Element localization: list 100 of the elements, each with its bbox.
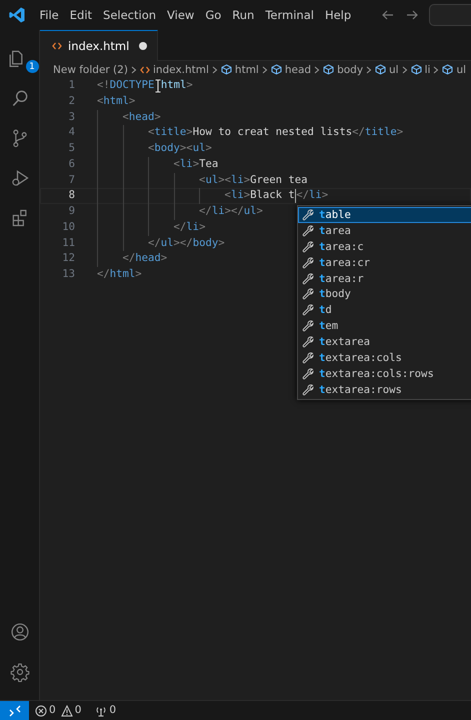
code-token: >	[244, 172, 250, 188]
suggestion-item[interactable]: table	[298, 207, 471, 223]
line-number: 5	[68, 141, 75, 156]
suggestion-item[interactable]: tarea	[298, 222, 471, 239]
code-brackets-icon	[140, 64, 150, 74]
chevron-icon	[366, 66, 372, 74]
code-token: li	[180, 156, 193, 172]
suggestion-item[interactable]: tem	[298, 318, 471, 334]
cube-icon	[442, 64, 454, 75]
code-token: >	[322, 188, 328, 204]
chevron-icon	[433, 66, 440, 74]
code-token: li	[186, 220, 200, 235]
menu-item[interactable]: Run	[226, 4, 260, 26]
code-token: <	[147, 141, 154, 156]
editor-tab[interactable]: index.html	[40, 30, 158, 61]
code-token: li	[230, 172, 244, 188]
code-token: >	[244, 188, 250, 204]
code-token: </	[97, 267, 110, 282]
breadcrumb-item[interactable]: html	[234, 64, 259, 76]
breadcrumb-item[interactable]: New folder (2)	[53, 64, 128, 76]
unsaved-dot-icon	[139, 42, 148, 50]
code-token: Black t	[250, 188, 295, 204]
remote-button[interactable]	[0, 700, 29, 720]
code-token: <!	[97, 78, 110, 93]
cube-icon	[375, 64, 386, 75]
wrench-icon	[302, 384, 314, 396]
line-number: 3	[68, 110, 75, 124]
code-token: >	[199, 220, 206, 235]
code-token: </	[147, 236, 161, 250]
code-token: title	[154, 125, 186, 140]
menu-item[interactable]: File	[34, 4, 64, 26]
suggestion-item[interactable]: tarea:c	[298, 238, 471, 255]
chevron-icon	[402, 66, 408, 74]
wrench-icon	[302, 288, 314, 300]
problems-button[interactable]: 0 0	[35, 704, 82, 716]
code-token: head	[135, 251, 161, 266]
menu-item[interactable]: Go	[200, 4, 227, 26]
code-brackets-icon	[52, 41, 62, 51]
suggestion-item[interactable]: textarea	[298, 334, 471, 350]
code-token: DOCTYPE	[110, 78, 154, 93]
code-token: html	[110, 267, 136, 282]
line-number: 12	[61, 251, 75, 266]
code-token: head	[128, 110, 154, 124]
cube-icon	[220, 64, 232, 75]
app-logo-icon	[8, 6, 26, 24]
wrench-icon	[302, 368, 314, 380]
suggestion-item[interactable]: td	[298, 302, 471, 318]
code-token: </	[172, 220, 186, 235]
breadcrumb-item[interactable]: body	[337, 64, 364, 76]
wrench-icon	[302, 240, 314, 253]
wrench-icon	[302, 352, 314, 364]
chevron-icon	[130, 66, 137, 74]
code-token: >	[186, 125, 193, 140]
line-number: 13	[61, 267, 75, 282]
ports-button[interactable]: 0	[95, 704, 116, 716]
code-token: >	[218, 236, 225, 250]
forward-arrow-icon[interactable]	[405, 8, 419, 22]
suggestion-item[interactable]: textarea:rows	[298, 382, 471, 398]
menu-item[interactable]: Selection	[98, 4, 162, 26]
code-token: ul	[160, 236, 174, 250]
code-token: ul	[244, 204, 256, 219]
suggestion-item[interactable]: tarea:r	[298, 270, 471, 286]
menu-item[interactable]: Help	[319, 4, 357, 26]
menu-item[interactable]: View	[162, 4, 200, 26]
code-token: >	[396, 125, 404, 140]
account-icon[interactable]	[10, 622, 30, 642]
text-cursor	[294, 189, 296, 204]
breadcrumb-item[interactable]: ul	[389, 64, 399, 76]
breadcrumb-item[interactable]: ul	[456, 64, 466, 76]
line-number: 8	[68, 188, 75, 204]
notification-badge: 1	[26, 60, 38, 73]
code-token: Tea	[199, 156, 218, 172]
code-token: ><	[180, 141, 193, 156]
code-token: <	[172, 156, 180, 172]
suggestion-item[interactable]: tarea:cr	[298, 254, 471, 271]
back-arrow-icon[interactable]	[381, 8, 395, 22]
code-token: ></	[174, 236, 193, 250]
code-token: >	[154, 110, 161, 124]
menu-item[interactable]: Terminal	[260, 4, 320, 26]
code-token: li	[212, 204, 225, 219]
error-icon	[35, 704, 47, 716]
wrench-icon	[302, 224, 314, 237]
suggestion-item[interactable]: textarea:cols	[298, 350, 471, 366]
play-bug-icon[interactable]	[10, 168, 30, 188]
menu-item[interactable]: Edit	[64, 4, 98, 26]
suggestion-item[interactable]: textarea:cols:rows	[298, 366, 471, 382]
suggestion-item[interactable]: tbody	[298, 286, 471, 302]
code-token: body	[154, 141, 180, 156]
cube-icon	[270, 64, 282, 75]
breadcrumb-item[interactable]: index.html	[152, 64, 209, 76]
settings-icon[interactable]	[10, 662, 30, 682]
code-token: >	[256, 204, 263, 219]
code-token: body	[192, 236, 218, 250]
code-token: >	[160, 251, 168, 266]
breadcrumb-item[interactable]: li	[424, 64, 430, 76]
antenna-icon	[95, 704, 108, 716]
breadcrumb-item[interactable]: head	[284, 64, 312, 76]
wrench-icon	[302, 304, 314, 316]
code-token: <	[122, 110, 129, 124]
line-number: 1	[68, 78, 75, 93]
